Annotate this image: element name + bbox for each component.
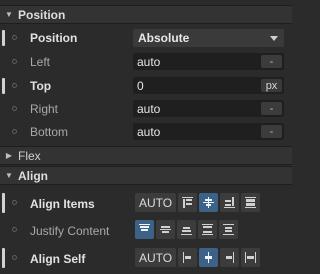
self-stretch-icon [245, 252, 257, 263]
left-value[interactable]: auto [133, 55, 261, 69]
section-title: Flex [18, 148, 41, 163]
align-items-center-button[interactable] [199, 193, 219, 212]
property-dot-icon [12, 106, 17, 111]
align-self-start-button[interactable] [178, 248, 198, 267]
property-dot-icon [12, 129, 17, 134]
align-center-icon [203, 197, 215, 208]
align-end-icon [224, 197, 236, 208]
align-self-stretch-button[interactable] [241, 248, 261, 267]
right-row: Right auto - [0, 99, 292, 119]
property-dot-icon [12, 227, 17, 232]
justify-space-between-icon [202, 224, 213, 235]
align-stretch-icon [245, 197, 257, 208]
self-center-icon [203, 252, 214, 263]
self-start-icon [182, 252, 193, 263]
align-self-toggle-group: AUTO [135, 248, 261, 267]
justify-start-button[interactable] [135, 220, 154, 239]
justify-center-button[interactable] [156, 220, 175, 239]
bottom-row: Bottom auto - [0, 122, 292, 142]
align-start-icon [182, 197, 194, 208]
property-dot-icon [12, 200, 17, 205]
justify-content-label: Justify Content [30, 224, 110, 238]
top-row: Top 0 px [0, 76, 292, 96]
chevron-down-icon [270, 35, 278, 41]
property-dot-icon [12, 59, 17, 64]
bottom-field[interactable]: auto - [133, 123, 284, 140]
justify-start-icon [139, 224, 150, 235]
position-select[interactable]: Absolute [133, 29, 284, 47]
section-title: Align [18, 168, 48, 183]
property-dot-icon [12, 255, 17, 260]
position-row: Position Absolute [0, 28, 292, 48]
align-self-row: Align Self AUTO [0, 246, 292, 270]
bottom-value[interactable]: auto [133, 125, 261, 139]
justify-space-around-button[interactable] [219, 220, 238, 239]
flex-section-header[interactable]: ▶ Flex [0, 146, 292, 165]
position-label: Position [30, 31, 78, 45]
top-label: Top [30, 79, 52, 93]
justify-end-button[interactable] [177, 220, 196, 239]
bottom-unit-button[interactable]: - [261, 125, 282, 138]
right-label: Right [30, 102, 59, 116]
property-dot-icon [12, 35, 17, 40]
top-field[interactable]: 0 px [133, 77, 284, 94]
top-unit-button[interactable]: px [261, 79, 282, 92]
position-select-value: Absolute [138, 31, 190, 45]
top-value[interactable]: 0 [133, 79, 261, 93]
collapsed-triangle-icon: ▶ [5, 151, 13, 160]
justify-center-icon [160, 224, 171, 235]
self-end-icon [224, 252, 235, 263]
align-items-toggle-group: AUTO [135, 193, 261, 212]
right-value[interactable]: auto [133, 102, 261, 116]
override-indicator [2, 248, 5, 268]
left-unit-button[interactable]: - [261, 55, 282, 68]
property-dot-icon [12, 83, 17, 88]
align-items-end-button[interactable] [220, 193, 240, 212]
justify-space-between-button[interactable] [198, 220, 217, 239]
left-label: Left [30, 55, 51, 69]
justify-space-around-icon [223, 224, 234, 235]
section-title: Position [18, 7, 66, 22]
position-section-header[interactable]: ▼ Position [0, 5, 292, 24]
align-self-auto-button[interactable]: AUTO [135, 248, 177, 267]
align-section-header[interactable]: ▼ Align [0, 166, 292, 185]
override-indicator [2, 78, 5, 94]
align-items-start-button[interactable] [178, 193, 198, 212]
expanded-triangle-icon: ▼ [5, 171, 13, 180]
override-indicator [2, 193, 5, 213]
align-items-stretch-button[interactable] [241, 193, 261, 212]
align-items-label: Align Items [30, 197, 95, 211]
align-self-center-button[interactable] [199, 248, 219, 267]
align-items-auto-button[interactable]: AUTO [135, 193, 177, 212]
expanded-triangle-icon: ▼ [5, 10, 13, 19]
justify-content-row: Justify Content [0, 218, 292, 242]
align-self-label: Align Self [30, 252, 86, 266]
right-unit-button[interactable]: - [261, 102, 282, 115]
align-self-end-button[interactable] [220, 248, 240, 267]
override-indicator [2, 30, 5, 46]
justify-content-toggle-group [135, 220, 238, 239]
bottom-label: Bottom [30, 125, 69, 139]
left-field[interactable]: auto - [133, 53, 284, 70]
right-field[interactable]: auto - [133, 100, 284, 117]
justify-end-icon [181, 224, 192, 235]
left-row: Left auto - [0, 52, 292, 72]
align-items-row: Align Items AUTO [0, 191, 292, 215]
